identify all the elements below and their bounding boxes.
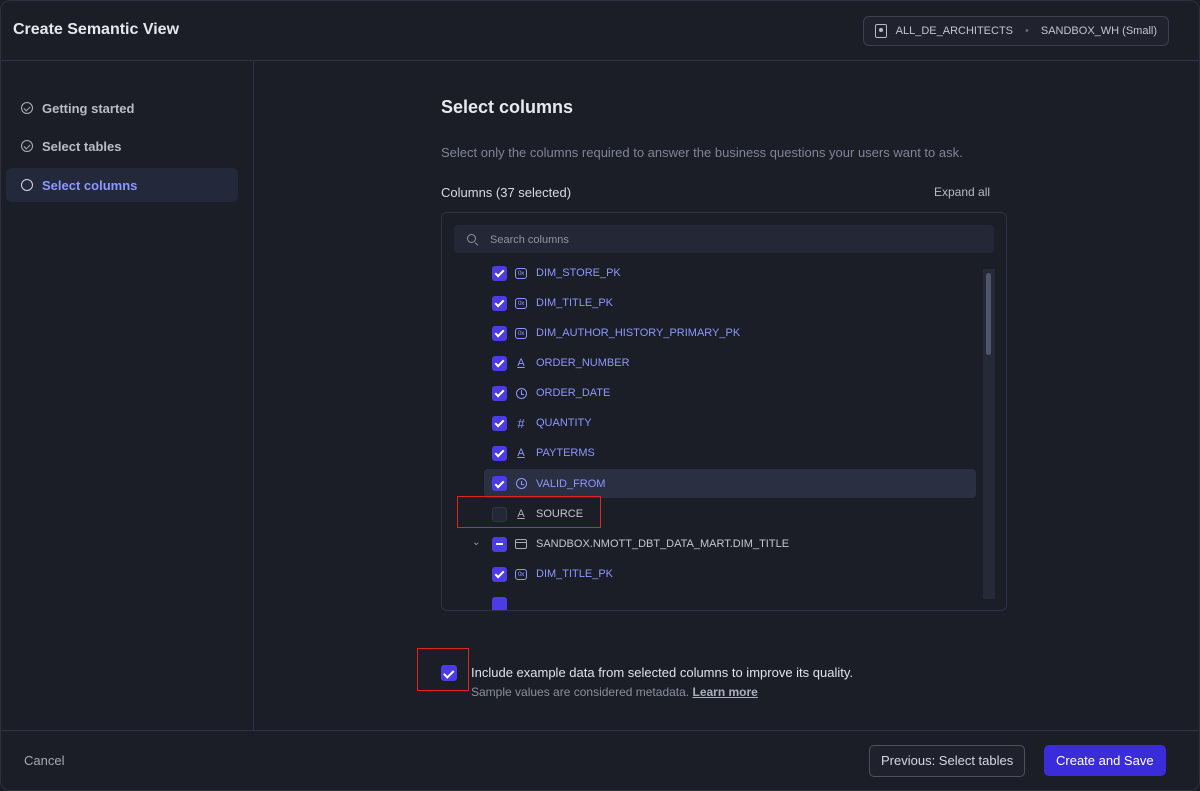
column-checkbox[interactable]	[492, 265, 507, 281]
dialog-window: Create Semantic View ALL_DE_ARCHITECTS •…	[0, 0, 1200, 791]
step-label: Select tables	[42, 138, 122, 154]
column-checkbox[interactable]	[492, 385, 507, 401]
check-circle-icon	[21, 140, 33, 152]
cancel-button[interactable]: Cancel	[24, 753, 64, 768]
column-checkbox[interactable]	[492, 415, 507, 431]
learn-more-link[interactable]: Learn more	[692, 685, 757, 699]
clock-icon	[515, 478, 527, 489]
include-example-checkbox[interactable]	[441, 665, 457, 681]
binary-icon: 0x	[515, 568, 527, 580]
column-checkbox[interactable]	[492, 596, 507, 610]
table-icon	[515, 539, 527, 549]
role-badge-icon	[874, 24, 887, 38]
table-name: SANDBOX.NMOTT_DBT_DATA_MART.DIM_TITLE	[536, 538, 790, 550]
column-row-highlighted[interactable]: VALID_FROM	[484, 469, 976, 498]
column-row[interactable]: 0x DIM_AUTHOR_HISTORY_PRIMARY_PK	[484, 319, 976, 347]
column-checkbox[interactable]	[492, 325, 507, 341]
table-checkbox[interactable]	[492, 536, 507, 552]
column-name: ORDER_NUMBER	[536, 357, 630, 369]
column-row[interactable]: ORDER_DATE	[484, 379, 976, 407]
expand-all-button[interactable]: Expand all	[934, 185, 990, 199]
role-name: ALL_DE_ARCHITECTS	[895, 25, 1014, 37]
create-and-save-button[interactable]: Create and Save	[1044, 745, 1166, 776]
step-label: Getting started	[42, 100, 135, 116]
columns-count-header: Columns (37 selected)	[441, 185, 572, 200]
column-row[interactable]: 0x DIM_STORE_PK	[484, 259, 976, 287]
previous-button[interactable]: Previous: Select tables	[869, 745, 1026, 777]
column-name: PAYTERMS	[536, 447, 595, 459]
dialog-title: Create Semantic View	[13, 21, 180, 38]
chevron-down-icon[interactable]: ⌄	[472, 537, 480, 548]
wizard-steps-sidebar: Getting started Select tables Select col…	[1, 61, 254, 730]
column-name: DIM_TITLE_PK	[536, 568, 614, 580]
column-row[interactable]: 0x DIM_TITLE_PK	[484, 560, 976, 588]
binary-icon: 0x	[515, 327, 527, 339]
search-box[interactable]	[454, 225, 994, 255]
column-name: DIM_STORE_PK	[536, 267, 621, 279]
include-example-subtext: Sample values are considered metadata. L…	[471, 685, 758, 699]
columns-scrollbar[interactable]	[983, 269, 995, 599]
metadata-note: Sample values are considered metadata.	[471, 685, 690, 699]
warehouse-name: SANDBOX_WH (Small)	[1040, 25, 1157, 37]
page-title: Select columns	[441, 97, 574, 117]
step-getting-started[interactable]: Getting started	[6, 91, 238, 125]
column-name: QUANTITY	[536, 417, 592, 429]
column-row[interactable]: A ORDER_NUMBER	[484, 349, 976, 377]
circle-icon	[21, 179, 33, 191]
text-icon: A	[517, 447, 525, 459]
column-row[interactable]: 0x DIM_TITLE_PK	[484, 289, 976, 317]
column-row[interactable]: A PAYTERMS	[484, 439, 976, 467]
annotation-highlight-source	[457, 496, 601, 528]
text-icon: A	[517, 357, 525, 369]
table-row[interactable]: SANDBOX.NMOTT_DBT_DATA_MART.DIM_TITLE	[484, 530, 976, 558]
column-name: ORDER_DATE	[536, 387, 611, 399]
include-example-label: Include example data from selected colum…	[471, 665, 853, 680]
column-checkbox[interactable]	[492, 476, 507, 491]
context-selector[interactable]: ALL_DE_ARCHITECTS • SANDBOX_WH (Small)	[862, 16, 1169, 46]
check-circle-icon	[21, 102, 33, 114]
column-checkbox[interactable]	[492, 355, 507, 371]
column-row[interactable]: # QUANTITY	[484, 409, 976, 437]
context-separator: •	[1025, 25, 1029, 37]
columns-panel: 0x DIM_STORE_PK 0x DIM_TITLE_PK 0x DIM_A…	[441, 212, 1007, 611]
page-description: Select only the columns required to answ…	[441, 145, 963, 160]
search-input[interactable]	[488, 225, 982, 255]
column-name: DIM_TITLE_PK	[536, 297, 614, 309]
column-checkbox[interactable]	[492, 295, 507, 311]
column-checkbox[interactable]	[492, 566, 507, 582]
step-select-tables[interactable]: Select tables	[6, 129, 238, 163]
column-name: DIM_AUTHOR_HISTORY_PRIMARY_PK	[536, 327, 741, 339]
step-select-columns[interactable]: Select columns	[6, 168, 238, 202]
scrollbar-thumb[interactable]	[986, 273, 991, 355]
column-checkbox[interactable]	[492, 445, 507, 461]
hash-icon: #	[517, 415, 525, 431]
dialog-header: Create Semantic View ALL_DE_ARCHITECTS •…	[1, 1, 1199, 61]
clock-icon	[515, 387, 527, 399]
column-name: VALID_FROM	[536, 477, 606, 490]
binary-icon: 0x	[515, 297, 527, 309]
dialog-footer: Cancel Previous: Select tables Create an…	[1, 730, 1199, 790]
binary-icon: 0x	[515, 267, 527, 279]
column-row-partial[interactable]	[484, 590, 976, 610]
search-icon	[467, 234, 476, 243]
columns-tree: 0x DIM_STORE_PK 0x DIM_TITLE_PK 0x DIM_A…	[442, 257, 982, 610]
step-label: Select columns	[42, 177, 138, 193]
